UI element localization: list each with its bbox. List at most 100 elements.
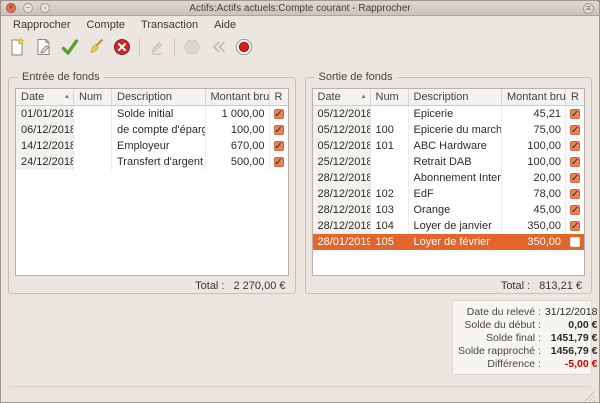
column-header-num[interactable]: Num <box>371 89 409 105</box>
num-cell <box>371 154 409 170</box>
date-cell: 01/01/2018 <box>16 106 74 122</box>
reconciled-checkbox[interactable] <box>570 205 580 215</box>
open-account-button <box>144 35 170 59</box>
date-cell: 06/12/2018 <box>16 122 74 138</box>
reconciled-checkbox[interactable] <box>570 141 580 151</box>
reconciled-checkbox[interactable] <box>570 125 580 135</box>
description-cell: Employeur <box>112 138 206 154</box>
reconcile-selection-button[interactable] <box>57 35 83 59</box>
edit-document-icon <box>34 37 54 57</box>
new-transaction-button[interactable] <box>5 35 31 59</box>
num-cell: 105 <box>371 234 409 250</box>
stop-record-icon <box>234 37 254 57</box>
total-label: Total : <box>195 280 224 292</box>
back-arrows-icon <box>208 37 228 57</box>
reconcile-cell <box>566 234 584 250</box>
column-header-description[interactable]: Description <box>112 89 206 105</box>
table-row[interactable]: 06/12/2018de compte d'épargne …100,00 <box>16 122 288 138</box>
num-cell: 104 <box>371 218 409 234</box>
reconcile-cell <box>270 154 288 170</box>
window-menu-icon[interactable] <box>583 3 594 14</box>
description-cell: Solde initial <box>112 106 206 122</box>
description-cell: Retrait DAB <box>409 154 503 170</box>
table-header-row: DateNumDescriptionMontant brutR <box>16 89 288 106</box>
table-row[interactable]: 28/12/2018104Loyer de janvier350,00 <box>313 218 585 234</box>
date-cell: 28/12/2018 <box>313 202 371 218</box>
finish-button <box>179 35 205 59</box>
amount-cell: 350,00 <box>502 234 566 250</box>
table-row[interactable]: 24/12/2018Transfert d'argent500,00 <box>16 154 288 170</box>
total-value: 2 270,00 € <box>234 280 286 292</box>
menu-compte[interactable]: Compte <box>78 18 133 32</box>
num-cell: 103 <box>371 202 409 218</box>
date-cell: 05/12/2018 <box>313 106 371 122</box>
column-header-r[interactable]: R <box>270 89 288 105</box>
num-cell <box>74 106 112 122</box>
reconcile-cell <box>270 106 288 122</box>
reconciled-checkbox[interactable] <box>570 189 580 199</box>
table-header-row: DateNumDescriptionMontant brutR <box>313 89 585 106</box>
finish-circle-icon <box>182 37 202 57</box>
reconcile-window: Actifs:Actifs actuels:Compte courant - R… <box>0 0 600 403</box>
balance-button[interactable] <box>83 35 109 59</box>
column-header-montant-brut[interactable]: Montant brut <box>502 89 566 105</box>
num-cell: 101 <box>371 138 409 154</box>
column-header-date[interactable]: Date <box>16 89 74 105</box>
table-row[interactable]: 28/12/2018102EdF78,00 <box>313 186 585 202</box>
description-cell: EdF <box>409 186 503 202</box>
menu-aide[interactable]: Aide <box>206 18 244 32</box>
amount-cell: 350,00 <box>502 218 566 234</box>
reconcile-cell <box>566 122 584 138</box>
reconcile-cell <box>270 122 288 138</box>
reconcile-cell <box>566 138 584 154</box>
reconciled-checkbox[interactable] <box>274 125 284 135</box>
reconciled-checkbox[interactable] <box>274 157 284 167</box>
reconciled-checkbox[interactable] <box>570 173 580 183</box>
description-cell: Transfert d'argent <box>112 154 206 170</box>
description-cell: Loyer de janvier <box>409 218 503 234</box>
column-header-date[interactable]: Date <box>313 89 371 105</box>
funds-out-total: Total :813,21 € <box>312 280 586 292</box>
table-row[interactable]: 28/12/2018Abonnement Internet20,00 <box>313 170 585 186</box>
difference-value: -5,00 € <box>541 358 598 370</box>
table-row[interactable]: 05/12/2018100Epicerie du marché75,00 <box>313 122 585 138</box>
edit-transaction-button[interactable] <box>31 35 57 59</box>
date-cell: 05/12/2018 <box>313 138 371 154</box>
amount-cell: 45,00 <box>502 202 566 218</box>
column-header-r[interactable]: R <box>566 89 584 105</box>
amount-cell: 45,21 <box>502 106 566 122</box>
toolbar <box>1 33 599 61</box>
table-row[interactable]: 28/12/2018103Orange45,00 <box>313 202 585 218</box>
resize-grip[interactable] <box>584 390 595 401</box>
window-title: Actifs:Actifs actuels:Compte courant - R… <box>1 3 599 14</box>
reconciled-checkbox[interactable] <box>274 109 284 119</box>
starting-balance-value: 0,00 € <box>541 319 598 331</box>
column-header-montant-brut[interactable]: Montant brut <box>206 89 270 105</box>
reconciled-checkbox[interactable] <box>570 157 580 167</box>
delete-transaction-button[interactable] <box>109 35 135 59</box>
menubar: Rapprocher Compte Transaction Aide <box>1 16 599 33</box>
table-row[interactable]: 14/12/2018Employeur670,00 <box>16 138 288 154</box>
new-document-icon <box>8 37 28 57</box>
reconciled-checkbox[interactable] <box>570 237 580 247</box>
summary-panel: Date du relevé : 31/12/2018 Solde du déb… <box>452 300 592 375</box>
table-row[interactable]: 28/01/2019105Loyer de février350,00 <box>313 234 585 250</box>
table-row[interactable]: 01/01/2018Solde initial1 000,00 <box>16 106 288 122</box>
date-cell: 25/12/2018 <box>313 154 371 170</box>
reconciled-checkbox[interactable] <box>570 109 580 119</box>
reconcile-cell <box>566 218 584 234</box>
column-header-description[interactable]: Description <box>409 89 503 105</box>
reconciled-checkbox[interactable] <box>274 141 284 151</box>
amount-cell: 100,00 <box>206 122 270 138</box>
reconciled-checkbox[interactable] <box>570 221 580 231</box>
open-edit-icon <box>147 37 167 57</box>
table-row[interactable]: 25/12/2018Retrait DAB100,00 <box>313 154 585 170</box>
cancel-button[interactable] <box>231 35 257 59</box>
table-row[interactable]: 05/12/2018101ABC Hardware100,00 <box>313 138 585 154</box>
column-header-num[interactable]: Num <box>74 89 112 105</box>
menu-transaction[interactable]: Transaction <box>133 18 206 32</box>
ending-balance-label: Solde final : <box>458 332 541 344</box>
content-area: Entrée de fonds DateNumDescriptionMontan… <box>1 61 599 403</box>
table-row[interactable]: 05/12/2018Epicerie45,21 <box>313 106 585 122</box>
menu-rapprocher[interactable]: Rapprocher <box>5 18 78 32</box>
